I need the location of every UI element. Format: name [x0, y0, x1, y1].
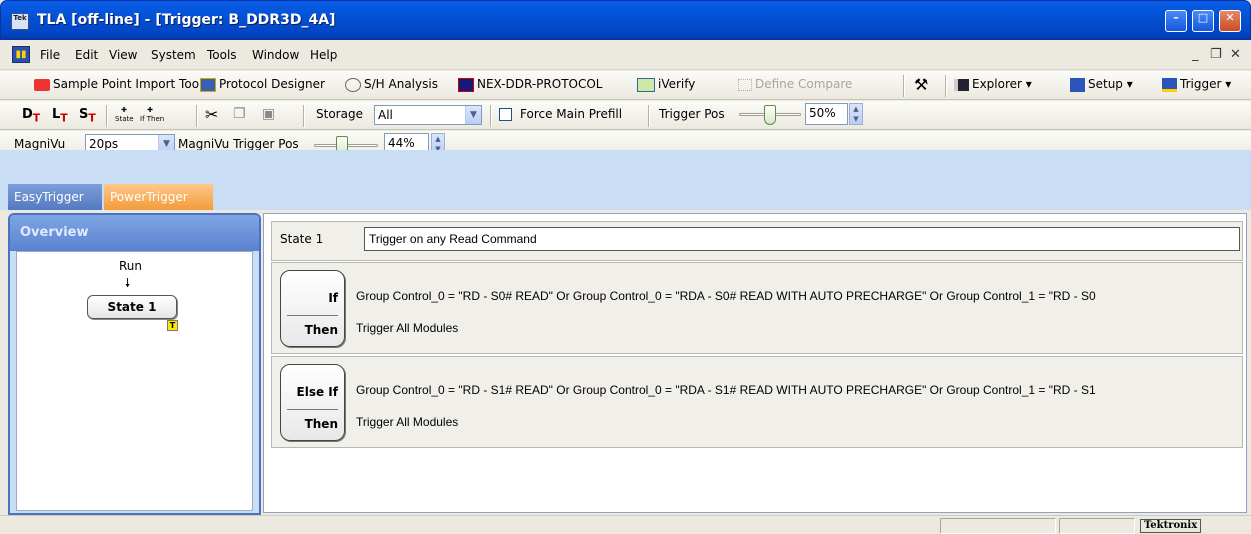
- status-cell: [1059, 518, 1135, 534]
- toolbar-separator: [945, 75, 947, 97]
- mdi-restore-icon[interactable]: ❐: [1210, 47, 1222, 62]
- clause-then-keyword: Then: [304, 323, 338, 337]
- explorer-icon: [954, 78, 969, 91]
- trigger-toolbar: DT LT ST ✚ State ✚ If Then ✂ ❐ ▣ Storage A…: [0, 101, 1251, 130]
- menu-window[interactable]: Window: [252, 48, 299, 62]
- mdi-close-icon[interactable]: ✕: [1230, 47, 1241, 62]
- menu-view[interactable]: View: [109, 48, 137, 62]
- st-button[interactable]: ST: [79, 101, 96, 128]
- sh-analysis-icon: [345, 77, 361, 92]
- divider: [287, 315, 338, 316]
- menu-tools[interactable]: Tools: [207, 48, 237, 62]
- close-button[interactable]: ✕: [1219, 10, 1241, 32]
- clause-then-keyword: Then: [304, 417, 338, 431]
- protocol-designer-button[interactable]: Protocol Designer: [200, 71, 325, 98]
- overview-diagram: Run 🠗 State 1 T: [16, 251, 253, 511]
- main-toolbar: Sample Point Import Tool Protocol Design…: [0, 71, 1251, 100]
- document-icon[interactable]: ▮▮: [12, 46, 30, 63]
- nex-icon: [458, 77, 474, 92]
- define-compare-button[interactable]: Define Compare: [738, 71, 852, 98]
- force-main-prefill-checkbox[interactable]: [499, 108, 512, 121]
- state-description-input[interactable]: Trigger on any Read Command: [364, 227, 1240, 251]
- iverify-button[interactable]: iVerify: [637, 71, 695, 98]
- hammer-icon[interactable]: ⚒: [914, 71, 928, 98]
- storage-label: Storage: [316, 107, 363, 121]
- trigger-button[interactable]: Trigger ▾: [1162, 71, 1231, 98]
- trigger-icon: [1162, 77, 1177, 92]
- setup-icon: [1070, 77, 1085, 92]
- copy-icon[interactable]: ❐: [233, 101, 246, 128]
- clause-action[interactable]: Trigger All Modules: [356, 321, 458, 335]
- toolbar-separator: [648, 105, 650, 127]
- setup-button[interactable]: Setup ▾: [1070, 71, 1133, 98]
- protocol-designer-icon: [200, 77, 216, 92]
- menu-system[interactable]: System: [151, 48, 196, 62]
- divider: [287, 409, 338, 410]
- if-then-button[interactable]: If Then: [280, 270, 345, 347]
- trigger-pos-label: Trigger Pos: [659, 107, 725, 121]
- tab-easytrigger[interactable]: EasyTrigger: [8, 184, 102, 210]
- mdi-minimize-icon[interactable]: _: [1192, 47, 1199, 62]
- compare-icon: [738, 78, 752, 91]
- tab-powertrigger[interactable]: PowerTrigger: [104, 184, 213, 210]
- trigger-marker: T: [167, 320, 178, 331]
- state-node[interactable]: State 1: [87, 295, 177, 319]
- chevron-down-icon[interactable]: ▼: [465, 106, 481, 124]
- trigger-pos-input[interactable]: 50%: [805, 103, 848, 125]
- cut-icon[interactable]: ✂: [205, 101, 218, 128]
- iverify-icon: [637, 77, 655, 92]
- paste-icon[interactable]: ▣: [262, 101, 275, 128]
- toolbar-separator: [303, 105, 305, 127]
- toolbar-separator: [196, 105, 198, 127]
- if-clause: If Then Group Control_0 = "RD - S0# READ…: [271, 262, 1243, 354]
- minimize-button[interactable]: –: [1165, 10, 1187, 32]
- trigger-pos-slider-thumb[interactable]: [764, 105, 776, 125]
- clause-condition[interactable]: Group Control_0 = "RD - S1# READ" Or Gro…: [356, 383, 1240, 397]
- down-arrow-icon: 🠗: [125, 276, 131, 290]
- dt-button[interactable]: DT: [22, 101, 40, 128]
- import-arrow-icon: [34, 78, 50, 91]
- menu-bar: ▮▮ File Edit View System Tools Window He…: [0, 40, 1251, 70]
- tektronix-logo: Tektronix: [1140, 519, 1202, 533]
- maximize-button[interactable]: □: [1192, 10, 1214, 32]
- explorer-button[interactable]: Explorer ▾: [954, 71, 1032, 98]
- app-icon[interactable]: Tek: [11, 13, 29, 30]
- overview-header: Overview: [10, 215, 259, 251]
- run-label: Run: [119, 259, 143, 273]
- toolbar-separator: [106, 105, 108, 127]
- clause-keyword: If: [328, 291, 338, 305]
- toolbar-separator: [490, 105, 492, 127]
- menu-help[interactable]: Help: [310, 48, 337, 62]
- menu-edit[interactable]: Edit: [75, 48, 98, 62]
- storage-select[interactable]: All ▼: [374, 105, 482, 125]
- menu-file[interactable]: File: [40, 48, 60, 62]
- window-title: TLA [off-line] - [Trigger: B_DDR3D_4A]: [37, 12, 336, 28]
- title-bar[interactable]: Tek TLA [off-line] - [Trigger: B_DDR3D_4…: [0, 0, 1251, 40]
- status-cell: [940, 518, 1056, 534]
- force-main-prefill-label: Force Main Prefill: [520, 107, 623, 121]
- toolbar-separator: [903, 75, 905, 97]
- sample-point-import-button[interactable]: Sample Point Import Tool: [34, 71, 202, 98]
- nex-ddr-protocol-button[interactable]: NEX-DDR-PROTOCOL: [458, 71, 602, 98]
- add-if-then-button[interactable]: ✚ If Then: [140, 101, 164, 128]
- state-header-row: State 1 Trigger on any Read Command: [271, 221, 1243, 261]
- overview-panel: Overview Run 🠗 State 1 T: [8, 213, 261, 515]
- clause-condition[interactable]: Group Control_0 = "RD - S0# READ" Or Gro…: [356, 289, 1240, 303]
- clause-action[interactable]: Trigger All Modules: [356, 415, 458, 429]
- status-bar: Tektronix: [0, 515, 1251, 534]
- lt-button[interactable]: LT: [52, 101, 68, 128]
- else-if-clause: Else If Then Group Control_0 = "RD - S1#…: [271, 356, 1243, 448]
- add-state-button[interactable]: ✚ State: [115, 101, 134, 128]
- else-if-then-button[interactable]: Else If Then: [280, 364, 345, 441]
- clause-keyword: Else If: [296, 385, 338, 399]
- state-editor: State 1 Trigger on any Read Command If T…: [263, 213, 1247, 513]
- trigger-pos-spinner[interactable]: ▲ ▼: [849, 103, 863, 125]
- state-title: State 1: [280, 232, 324, 246]
- sh-analysis-button[interactable]: S/H Analysis: [345, 71, 438, 98]
